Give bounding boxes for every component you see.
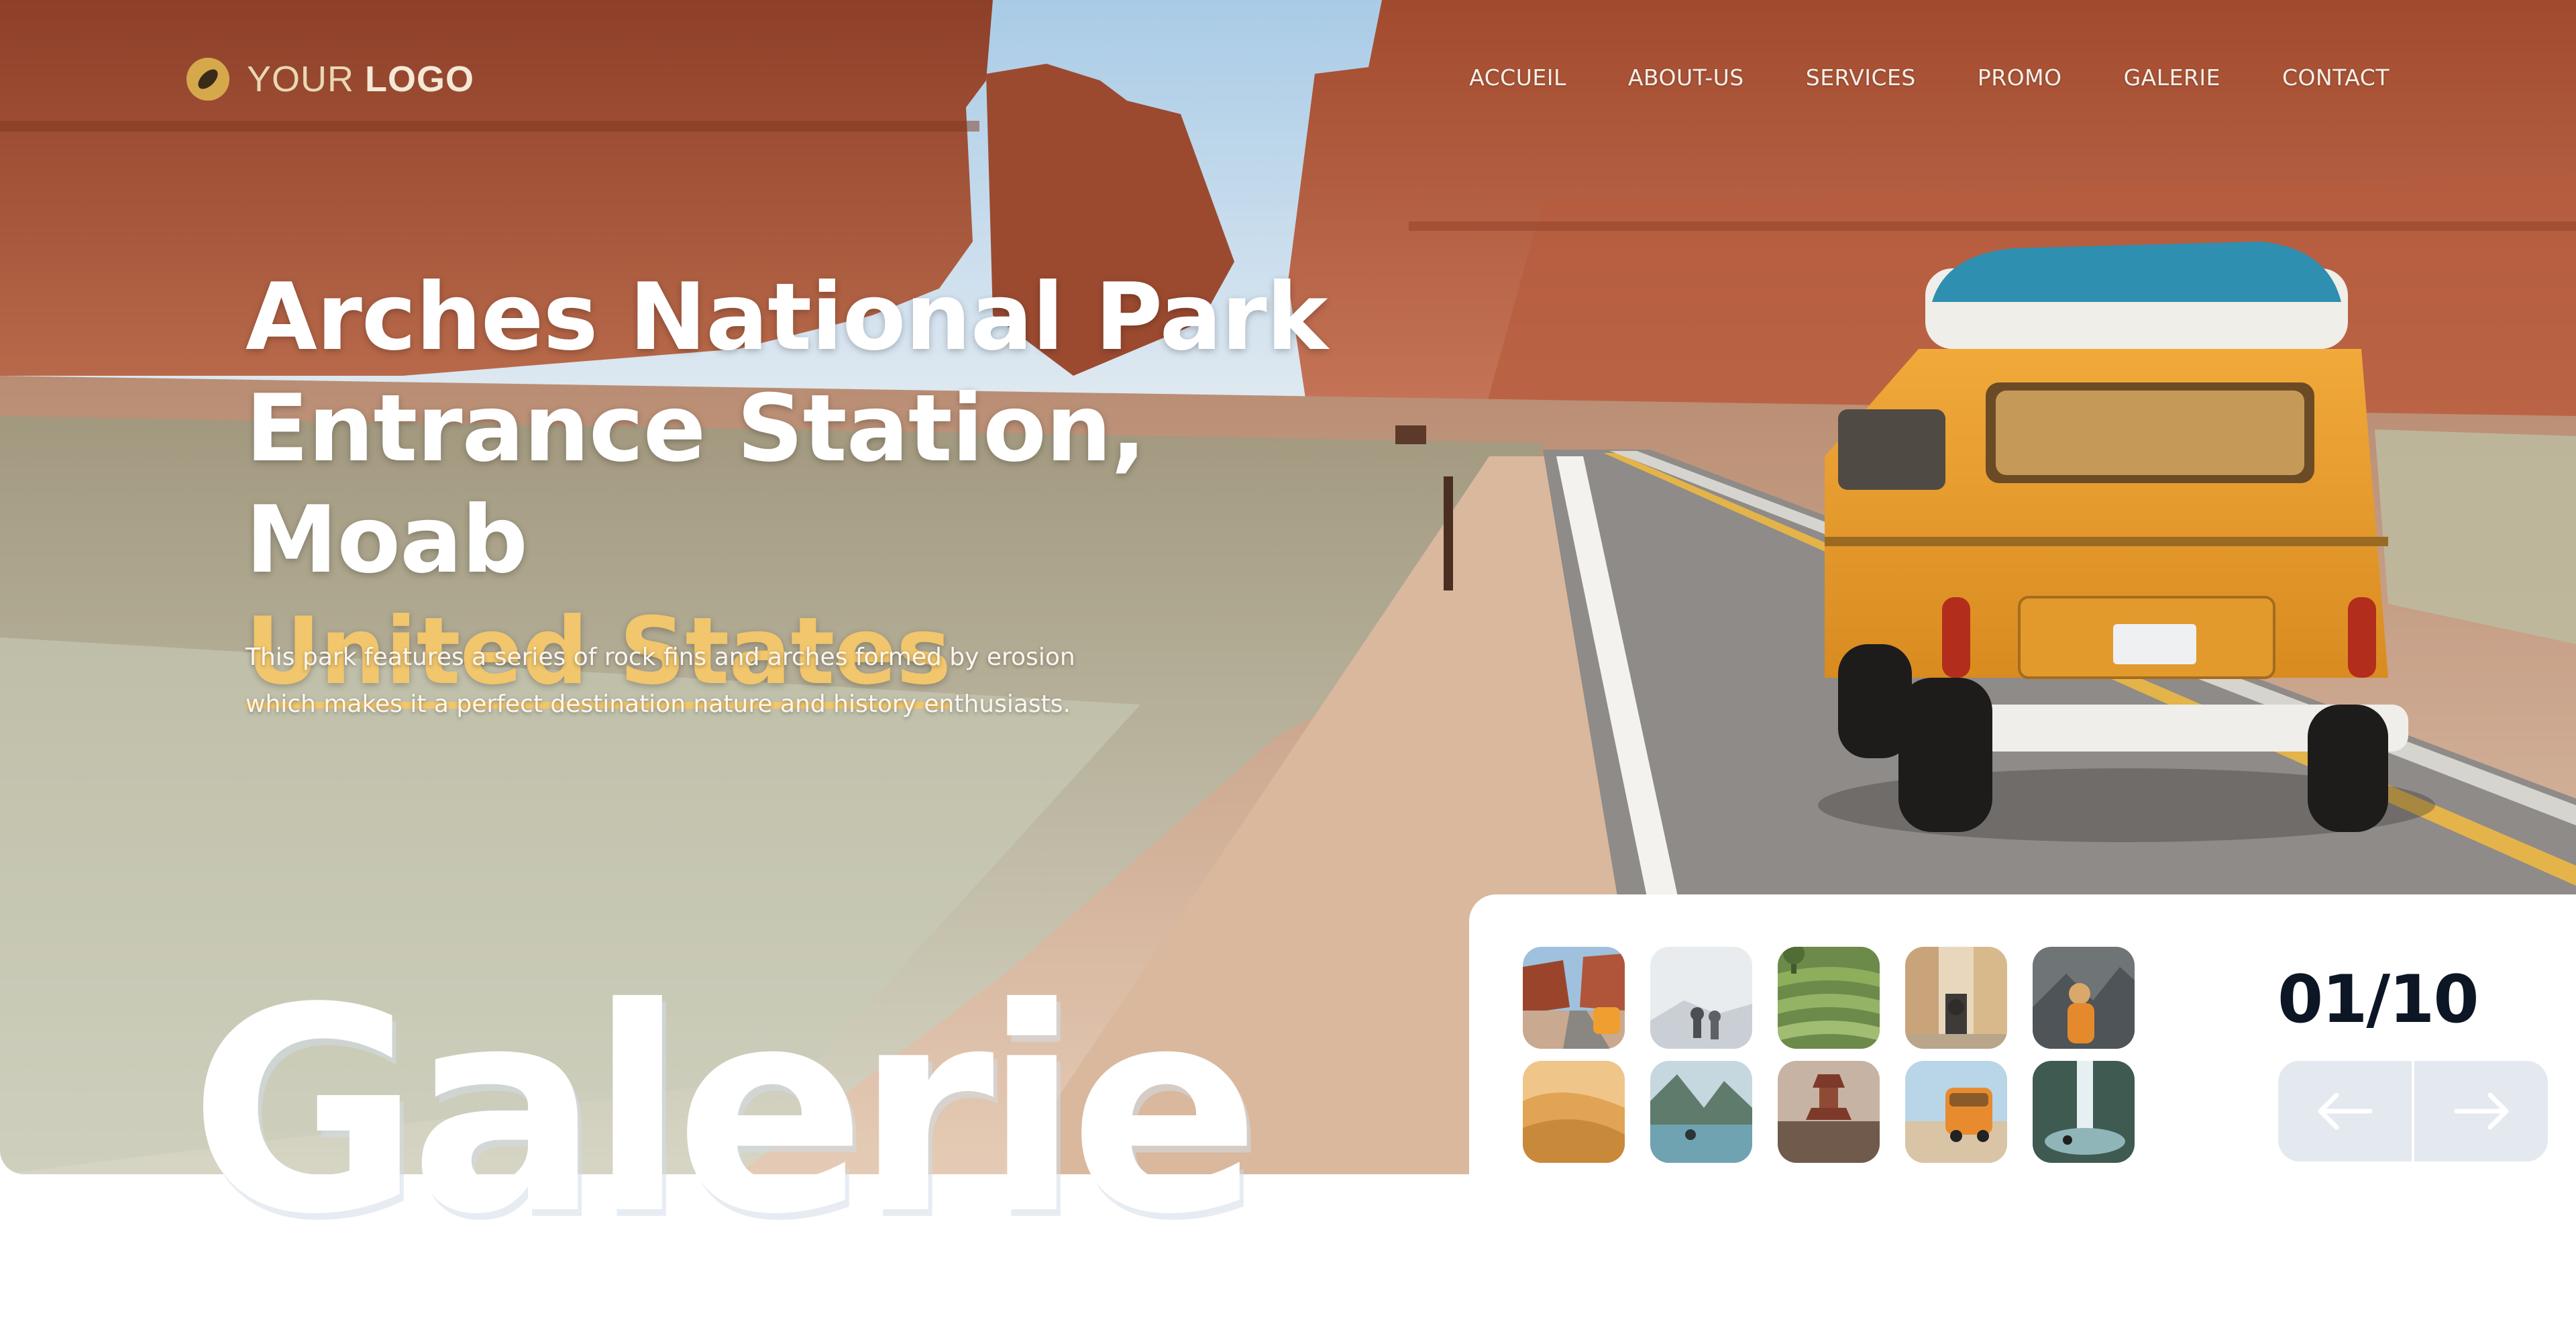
thumbnail-grid — [1523, 947, 2135, 1163]
hero-title-line2: Entrance Station, Moab — [246, 374, 1146, 594]
logo-text-light: YOUR — [247, 59, 355, 99]
mountain-lake-thumbnail[interactable] — [1650, 1061, 1752, 1163]
gallery-panel: 01/10 — [1469, 894, 2576, 1196]
next-button[interactable] — [2412, 1061, 2548, 1162]
arrow-right-icon — [2454, 1092, 2508, 1130]
compass-icon — [186, 58, 229, 101]
nav-item-promo[interactable]: PROMO — [1978, 64, 2062, 91]
nav-item-contact[interactable]: CONTACT — [2282, 64, 2390, 91]
galerie-heading: Galerie — [189, 948, 1260, 1276]
arrow-left-icon — [2318, 1092, 2372, 1130]
nav-item-accueil[interactable]: ACCUEIL — [1469, 64, 1566, 91]
misty-mountain-thumbnail[interactable] — [1650, 947, 1752, 1049]
slider-controls — [2278, 1061, 2548, 1162]
pagoda-street-thumbnail[interactable] — [1778, 1061, 1880, 1163]
nav-item-about-us[interactable]: ABOUT-US — [1628, 64, 1744, 91]
slide-counter: 01/10 — [2277, 962, 2479, 1038]
mountain-hiker-thumbnail[interactable] — [2033, 947, 2135, 1049]
logo[interactable]: YOUR LOGO — [186, 55, 474, 103]
hero-description: This park features a series of rock fins… — [246, 643, 1075, 718]
logo-text: YOUR LOGO — [247, 58, 474, 100]
canyon-road-thumbnail[interactable] — [1523, 947, 1625, 1049]
rice-terraces-thumbnail[interactable] — [1778, 947, 1880, 1049]
hero-title-line1: Arches National Park — [246, 263, 1328, 371]
nav-item-services[interactable]: SERVICES — [1806, 64, 1916, 91]
old-town-street-thumbnail[interactable] — [1905, 947, 2007, 1049]
orange-van-beach-thumbnail[interactable] — [1905, 1061, 2007, 1163]
prev-button[interactable] — [2278, 1061, 2412, 1162]
desert-dunes-thumbnail[interactable] — [1523, 1061, 1625, 1163]
page: YOUR LOGO ACCUEIL ABOUT-US SERVICES PROM… — [0, 0, 2576, 1342]
nav-item-galerie[interactable]: GALERIE — [2124, 64, 2220, 91]
waterfall-thumbnail[interactable] — [2033, 1061, 2135, 1163]
logo-text-bold: LOGO — [365, 59, 475, 99]
main-nav: ACCUEIL ABOUT-US SERVICES PROMO GALERIE … — [1469, 64, 2390, 91]
